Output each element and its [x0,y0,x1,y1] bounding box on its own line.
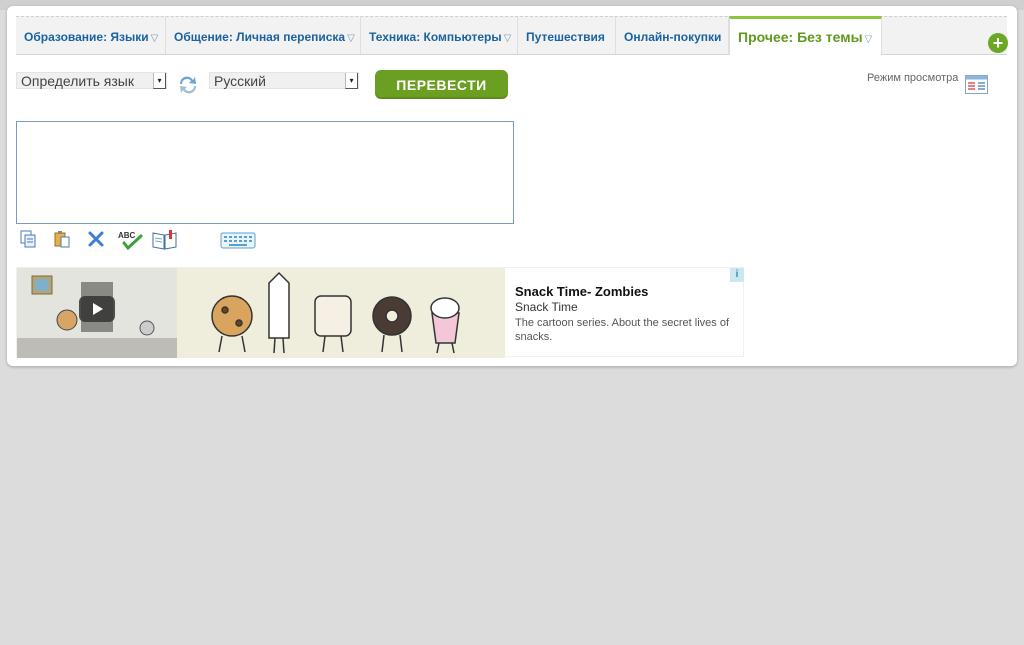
ad-title[interactable]: Snack Time- Zombies [515,284,648,299]
tab-online-shopping[interactable]: Онлайн-покупки [616,17,729,54]
source-language-select[interactable]: Определить язык ▾ [16,72,167,89]
chevron-down-icon[interactable]: ▽ [504,33,512,44]
category-tabbar: Образование: Языки ▽ Общение: Личная пере… [16,16,1008,55]
dictionary-icon[interactable] [152,230,177,250]
spellcheck-icon[interactable]: ABC [117,230,143,250]
tab-label: Образование: Языки [24,30,149,44]
paste-icon[interactable] [53,230,71,248]
svg-text:ABC: ABC [118,231,136,240]
tab-label: Онлайн-покупки [624,30,722,44]
ad-description: The cartoon series. About the secret liv… [515,317,730,343]
view-mode-icon[interactable] [965,75,988,94]
swap-languages-icon[interactable] [176,74,200,96]
view-mode-label[interactable]: Режим просмотра [867,72,958,84]
add-tab-icon[interactable]: + [988,33,1008,53]
dropdown-caret-icon[interactable]: ▾ [153,73,166,89]
dropdown-caret-icon[interactable]: ▾ [345,73,358,89]
ad-banner-image[interactable] [177,268,505,358]
tab-tech-computers[interactable]: Техника: Компьютеры ▽ [361,17,518,54]
copy-icon[interactable] [19,230,37,248]
target-language-value: Русский [214,73,266,89]
ad-video-thumbnail[interactable] [17,268,177,358]
tab-label: Прочее: Без темы [738,29,863,45]
tab-other-no-topic[interactable]: Прочее: Без темы ▽ [729,16,882,55]
tab-label: Общение: Личная переписка [174,30,346,44]
target-language-select[interactable]: Русский ▾ [209,72,359,89]
clear-icon[interactable] [87,230,105,248]
chevron-down-icon[interactable]: ▽ [865,34,873,45]
source-language-value: Определить язык [21,73,134,89]
ad-info-icon[interactable]: i [730,268,744,282]
source-text-input[interactable] [16,121,514,224]
ad-subtitle: Snack Time [515,300,578,314]
chevron-down-icon[interactable]: ▽ [151,33,159,44]
keyboard-icon[interactable] [220,230,256,250]
tab-label: Путешествия [526,30,605,44]
tab-communication-correspondence[interactable]: Общение: Личная переписка ▽ [166,17,361,54]
chevron-down-icon[interactable]: ▽ [347,33,355,44]
video-ad[interactable]: Snack Time- Zombies Snack Time The carto… [16,267,744,358]
tab-label: Техника: Компьютеры [369,30,502,44]
tab-travel[interactable]: Путешествия [518,17,616,54]
translate-button[interactable]: ПЕРЕВЕСТИ [375,70,508,99]
tab-education-languages[interactable]: Образование: Языки ▽ [16,17,166,54]
